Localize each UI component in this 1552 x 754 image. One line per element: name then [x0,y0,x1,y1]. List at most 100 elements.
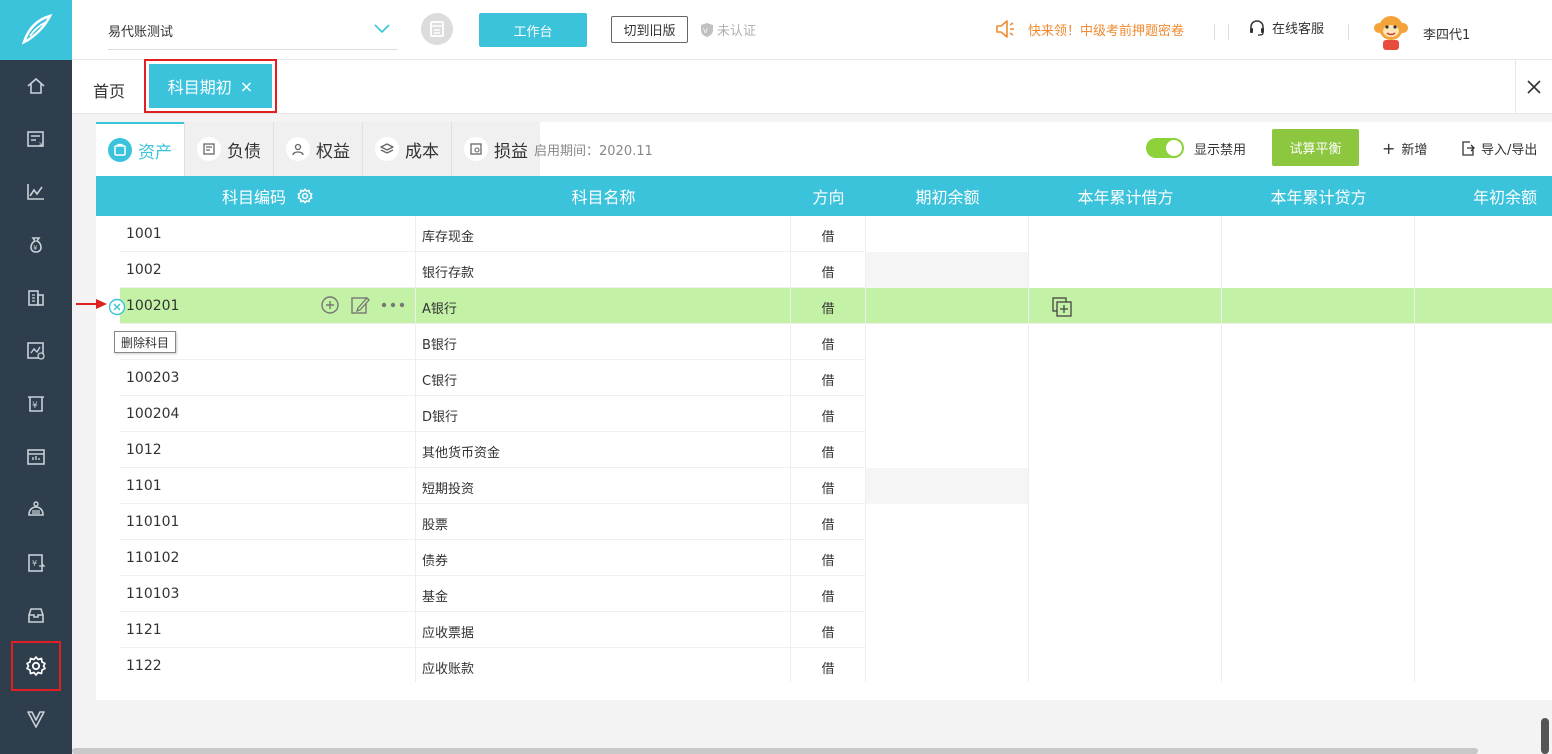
username[interactable]: 李四代1 [1423,24,1470,43]
tab-cost[interactable]: 成本 [362,122,451,176]
cell-ytd-credit[interactable] [1222,360,1415,396]
nav-salary[interactable] [11,485,61,535]
cell-ytd-debit[interactable] [1029,252,1222,288]
nav-assets[interactable] [11,432,61,482]
cell-year-start-balance[interactable] [1415,468,1552,504]
cell-year-start-balance[interactable] [1415,540,1552,576]
cell-year-start-balance[interactable] [1415,324,1552,360]
cell-ytd-debit[interactable] [1029,612,1222,648]
cell-opening-balance[interactable] [866,216,1029,252]
cell-ytd-credit[interactable] [1222,252,1415,288]
nav-invoice[interactable]: ¥ [11,538,61,588]
online-service-link[interactable]: 在线客服 [1248,18,1324,37]
cell-year-start-balance[interactable] [1415,216,1552,252]
cell-ytd-credit[interactable] [1222,612,1415,648]
table-row[interactable]: 1001 库存现金借 [120,216,1552,252]
cell-year-start-balance[interactable] [1415,432,1552,468]
nav-money[interactable]: ¥ [11,220,61,270]
import-export-button[interactable]: 导入/导出 [1461,139,1537,158]
tab-equity[interactable]: 权益 [273,122,362,176]
cell-ytd-debit[interactable] [1029,504,1222,540]
cell-opening-balance[interactable] [866,612,1029,648]
calendar-icon[interactable] [420,12,454,46]
switch-old-version-button[interactable]: 切到旧版 [611,16,688,43]
gear-icon[interactable] [296,187,314,205]
cell-ytd-debit[interactable] [1029,468,1222,504]
cell-ytd-debit[interactable] [1029,648,1222,682]
uncertified-badge[interactable]: V 未认证 [699,20,756,39]
table-row[interactable]: 1002 银行存款借 [120,252,1552,288]
cell-year-start-balance[interactable] [1415,288,1552,324]
promo-link[interactable]: 快来领！中级考前押题密卷 [994,18,1184,40]
cell-ytd-credit[interactable] [1222,432,1415,468]
cell-ytd-debit[interactable] [1029,288,1222,324]
nav-report-chart[interactable] [11,167,61,217]
cell-opening-balance[interactable] [866,252,1029,288]
cell-opening-balance[interactable] [866,288,1029,324]
cell-ytd-debit[interactable] [1029,216,1222,252]
nav-building[interactable] [11,273,61,323]
avatar[interactable] [1372,13,1410,51]
cell-year-start-balance[interactable] [1415,360,1552,396]
cell-ytd-debit[interactable] [1029,432,1222,468]
cell-ytd-credit[interactable] [1222,504,1415,540]
show-disabled-toggle[interactable] [1146,138,1184,158]
table-row[interactable]: B银行借 [120,324,1552,360]
close-icon[interactable]: × [240,77,253,96]
cell-opening-balance[interactable] [866,396,1029,432]
more-icon[interactable] [380,295,406,315]
cell-year-start-balance[interactable] [1415,396,1552,432]
nav-analysis[interactable] [11,326,61,376]
cell-ytd-credit[interactable] [1222,468,1415,504]
nav-home[interactable] [11,61,61,111]
cell-ytd-credit[interactable] [1222,540,1415,576]
logo[interactable] [0,0,72,60]
close-all-tabs-button[interactable] [1515,60,1552,114]
horizontal-scrollbar[interactable] [72,748,1478,754]
table-row[interactable]: 100203 C银行借 [120,360,1552,396]
cell-year-start-balance[interactable] [1415,612,1552,648]
cell-ytd-credit[interactable] [1222,324,1415,360]
cell-opening-balance[interactable] [866,324,1029,360]
tab-opening-balance[interactable]: 科目期初 × [144,59,277,113]
table-row[interactable]: 1012 其他货币资金借 [120,432,1552,468]
table-row[interactable]: 1101 短期投资借 [120,468,1552,504]
edit-icon[interactable] [350,295,370,315]
cell-ytd-credit[interactable] [1222,396,1415,432]
nav-cashier[interactable]: ¥ [11,379,61,429]
nav-voucher[interactable]: ¥ [11,114,61,164]
table-row[interactable]: 100201 A银行借 [120,288,1552,324]
cell-ytd-debit[interactable] [1029,324,1222,360]
cell-year-start-balance[interactable] [1415,576,1552,612]
nav-archive[interactable] [11,591,61,641]
table-row[interactable]: 1122 应收账款借 [120,648,1552,682]
tab-liabilities[interactable]: 负债 [184,122,273,176]
tab-home[interactable]: 首页 [93,78,125,102]
cell-ytd-credit[interactable] [1222,216,1415,252]
cell-ytd-debit[interactable] [1029,360,1222,396]
cell-ytd-debit[interactable] [1029,396,1222,432]
cell-year-start-balance[interactable] [1415,252,1552,288]
cell-opening-balance[interactable] [866,504,1029,540]
cell-ytd-credit[interactable] [1222,288,1415,324]
table-row[interactable]: 110103 基金借 [120,576,1552,612]
cell-ytd-credit[interactable] [1222,648,1415,682]
table-row[interactable]: 110101 股票借 [120,504,1552,540]
cell-year-start-balance[interactable] [1415,504,1552,540]
cell-year-start-balance[interactable] [1415,648,1552,682]
table-row[interactable]: 110102 债券借 [120,540,1552,576]
cell-opening-balance[interactable] [866,360,1029,396]
cell-opening-balance[interactable] [866,468,1029,504]
cell-ytd-debit[interactable] [1029,540,1222,576]
trial-balance-button[interactable]: 试算平衡 [1272,129,1359,166]
cell-opening-balance[interactable] [866,540,1029,576]
delete-subject-icon[interactable] [108,298,126,316]
add-child-icon[interactable] [320,295,340,315]
table-row[interactable]: 100204 D银行借 [120,396,1552,432]
company-selector[interactable]: 易代账测试 [108,12,398,50]
vertical-scrollbar[interactable] [1541,718,1549,754]
cell-ytd-debit[interactable] [1029,576,1222,612]
tab-profit-loss[interactable]: 损益 [451,122,540,176]
cell-opening-balance[interactable] [866,576,1029,612]
tab-assets[interactable]: 资产 [96,122,184,176]
